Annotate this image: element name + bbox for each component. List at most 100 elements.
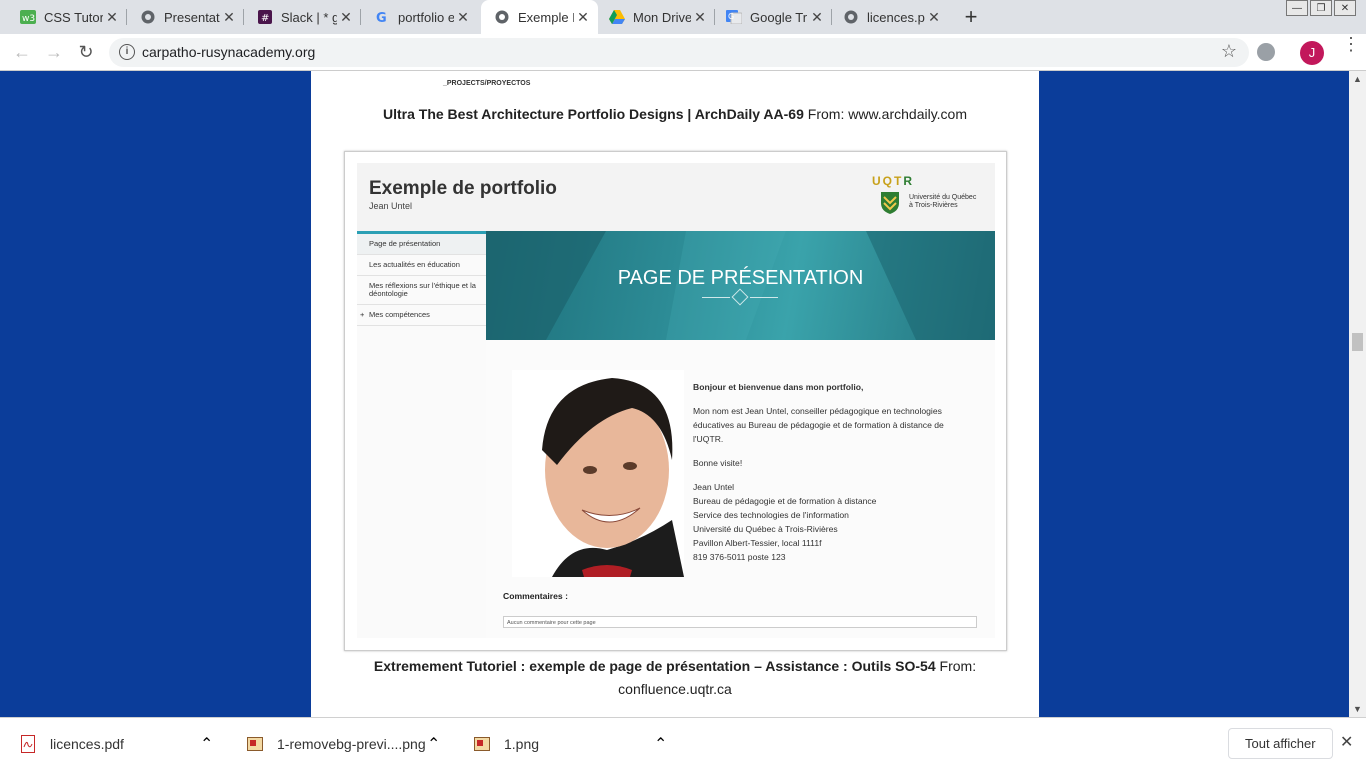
tab-google-search[interactable]: G portfolio e ✕ (361, 0, 478, 34)
download-item[interactable]: 1-removebg-previ....png (247, 718, 426, 769)
greeting: Bonjour et bienvenue dans mon portfolio, (693, 382, 864, 392)
forward-button[interactable]: → (44, 42, 64, 63)
nav-item-actualites: Les actualités en éducation (357, 255, 486, 276)
url-text[interactable]: carpatho-rusynacademy.org (142, 44, 315, 60)
caption-source: From: www.archdaily.com (803, 106, 967, 122)
uqtr-logo: UQTR Université du Québec à Trois-Rivière… (871, 174, 989, 220)
portfolio-sidebar: Page de présentation Les actualités en é… (357, 231, 486, 638)
download-options-chevron-icon[interactable]: ⌃ (427, 734, 440, 754)
download-item[interactable]: 1.png (474, 718, 539, 769)
close-tab-icon[interactable]: ✕ (574, 9, 592, 26)
page-scrollbar[interactable]: ▲ ▼ (1349, 71, 1366, 717)
close-tab-icon[interactable]: ✕ (220, 9, 238, 26)
banner-title: PAGE DE PRÉSENTATION (617, 267, 864, 289)
show-all-downloads-button[interactable]: Tout afficher (1228, 728, 1333, 759)
minimize-button[interactable]: — (1286, 0, 1308, 16)
close-tab-icon[interactable]: ✕ (925, 9, 943, 26)
tab-title: licences.p (867, 9, 925, 25)
image-caption-top: Ultra The Best Architecture Portfolio De… (311, 106, 1039, 122)
tab-strip: w3 CSS Tutor ✕ Presentati ✕ # Slack | * … (0, 0, 1366, 34)
drive-icon (609, 9, 625, 25)
portfolio-screenshot-image[interactable]: Exemple de portfolio Jean Untel UQTR Uni… (344, 151, 1007, 651)
tab-google-drive[interactable]: Mon Drive ✕ (598, 0, 715, 34)
restore-button[interactable]: ❐ (1310, 0, 1332, 16)
bio-text: Bonjour et bienvenue dans mon portfolio,… (693, 380, 953, 564)
browser-menu-icon[interactable]: ⋮ (1342, 35, 1360, 53)
image-file-icon (474, 735, 490, 753)
address-bar[interactable]: i carpatho-rusynacademy.org ☆ (109, 38, 1249, 67)
image-caption-bottom: Extremement Tutoriel : exemple de page d… (351, 655, 999, 701)
slack-icon: # (257, 9, 273, 25)
translate-icon: G (726, 9, 742, 25)
expand-plus-icon: + (360, 310, 365, 319)
tab-title: Presentati (164, 9, 220, 25)
bookmark-star-icon[interactable]: ☆ (1221, 41, 1237, 62)
tab-title: Slack | * g (281, 9, 337, 25)
portrait-image (542, 378, 684, 577)
uqtr-shield-icon (881, 192, 899, 214)
close-tab-icon[interactable]: ✕ (808, 9, 826, 26)
signature: Jean Untel Bureau de pédagogie et de for… (693, 482, 877, 562)
globe-icon (843, 9, 859, 25)
download-options-chevron-icon[interactable]: ⌃ (654, 734, 667, 754)
portfolio-page: Exemple de portfolio Jean Untel UQTR Uni… (357, 163, 995, 638)
page-viewport: _PROJECTS/PROYECTOS Ultra The Best Archi… (0, 71, 1349, 717)
intro: Mon nom est Jean Untel, conseiller pédag… (693, 406, 944, 444)
reload-button[interactable]: ↻ (76, 42, 96, 63)
profile-photo (512, 370, 684, 577)
pdf-icon (20, 734, 36, 753)
scroll-thumb[interactable] (1352, 333, 1363, 351)
close-window-button[interactable]: ✕ (1334, 0, 1356, 16)
svg-text:w3: w3 (22, 14, 35, 24)
site-info-icon[interactable]: i (119, 44, 135, 60)
portfolio-header: Exemple de portfolio Jean Untel UQTR Uni… (357, 163, 995, 231)
extension-icon[interactable] (1257, 43, 1275, 61)
svg-text:#: # (261, 13, 269, 24)
tab-title: Mon Drive (633, 9, 691, 25)
tab-google-translate[interactable]: G Google Tr ✕ (715, 0, 832, 34)
back-button[interactable]: ← (12, 42, 32, 63)
close-tab-icon[interactable]: ✕ (454, 9, 472, 26)
tab-licences[interactable]: licences.p ✕ (832, 0, 949, 34)
uqtr-name: Université du Québec à Trois-Rivières (909, 194, 977, 209)
image-file-icon (247, 735, 263, 753)
browser-toolbar: ← → ↻ i carpatho-rusynacademy.org ☆ (0, 34, 1366, 71)
google-icon: G (374, 9, 390, 25)
scroll-down-arrow-icon[interactable]: ▼ (1353, 704, 1362, 714)
download-filename: 1-removebg-previ....png (277, 735, 426, 752)
nav-item-reflexions: Mes réflexions sur l'éthique et la déont… (357, 276, 486, 305)
caption-title[interactable]: Ultra The Best Architecture Portfolio De… (383, 106, 804, 122)
tab-title: Exemple D (518, 9, 574, 25)
uqtr-wordmark: UQTR (872, 174, 915, 188)
comments-box: Aucun commentaire pour cette page (503, 616, 977, 628)
portfolio-title: Exemple de portfolio (369, 178, 557, 199)
caption-title[interactable]: Extremement Tutoriel : exemple de page d… (374, 658, 936, 674)
download-bar: licences.pdf ⌃ 1-removebg-previ....png ⌃… (0, 717, 1366, 768)
new-tab-button[interactable]: + (959, 4, 983, 30)
close-download-bar-icon[interactable]: ✕ (1340, 732, 1353, 752)
close-tab-icon[interactable]: ✕ (691, 9, 709, 26)
window-controls: — ❐ ✕ (1286, 0, 1356, 16)
download-options-chevron-icon[interactable]: ⌃ (200, 734, 213, 754)
download-item[interactable]: licences.pdf (20, 718, 124, 769)
presentation-banner: PAGE DE PRÉSENTATION (486, 231, 995, 340)
globe-icon (140, 9, 156, 25)
tab-css-tutorial[interactable]: w3 CSS Tutor ✕ (0, 0, 127, 34)
article-column: _PROJECTS/PROYECTOS Ultra The Best Archi… (311, 71, 1039, 717)
nav-item-presentation: Page de présentation (357, 234, 486, 255)
close-tab-icon[interactable]: ✕ (103, 9, 121, 26)
download-filename: licences.pdf (50, 735, 124, 752)
nav-item-competences: + Mes compétences (357, 305, 486, 326)
scroll-up-arrow-icon[interactable]: ▲ (1353, 74, 1362, 84)
breadcrumb[interactable]: _PROJECTS/PROYECTOS (443, 80, 530, 87)
globe-icon (494, 9, 510, 25)
tab-slack[interactable]: # Slack | * g ✕ (244, 0, 361, 34)
w3schools-icon: w3 (20, 9, 36, 25)
tab-title: CSS Tutor (44, 9, 103, 25)
tab-title: Google Tr (750, 9, 808, 25)
tab-presentation[interactable]: Presentati ✕ (127, 0, 244, 34)
close-tab-icon[interactable]: ✕ (337, 9, 355, 26)
tab-exemple-active[interactable]: Exemple D ✕ (481, 0, 598, 34)
profile-avatar[interactable]: J (1300, 41, 1324, 65)
portfolio-main: Bonjour et bienvenue dans mon portfolio,… (486, 340, 995, 638)
